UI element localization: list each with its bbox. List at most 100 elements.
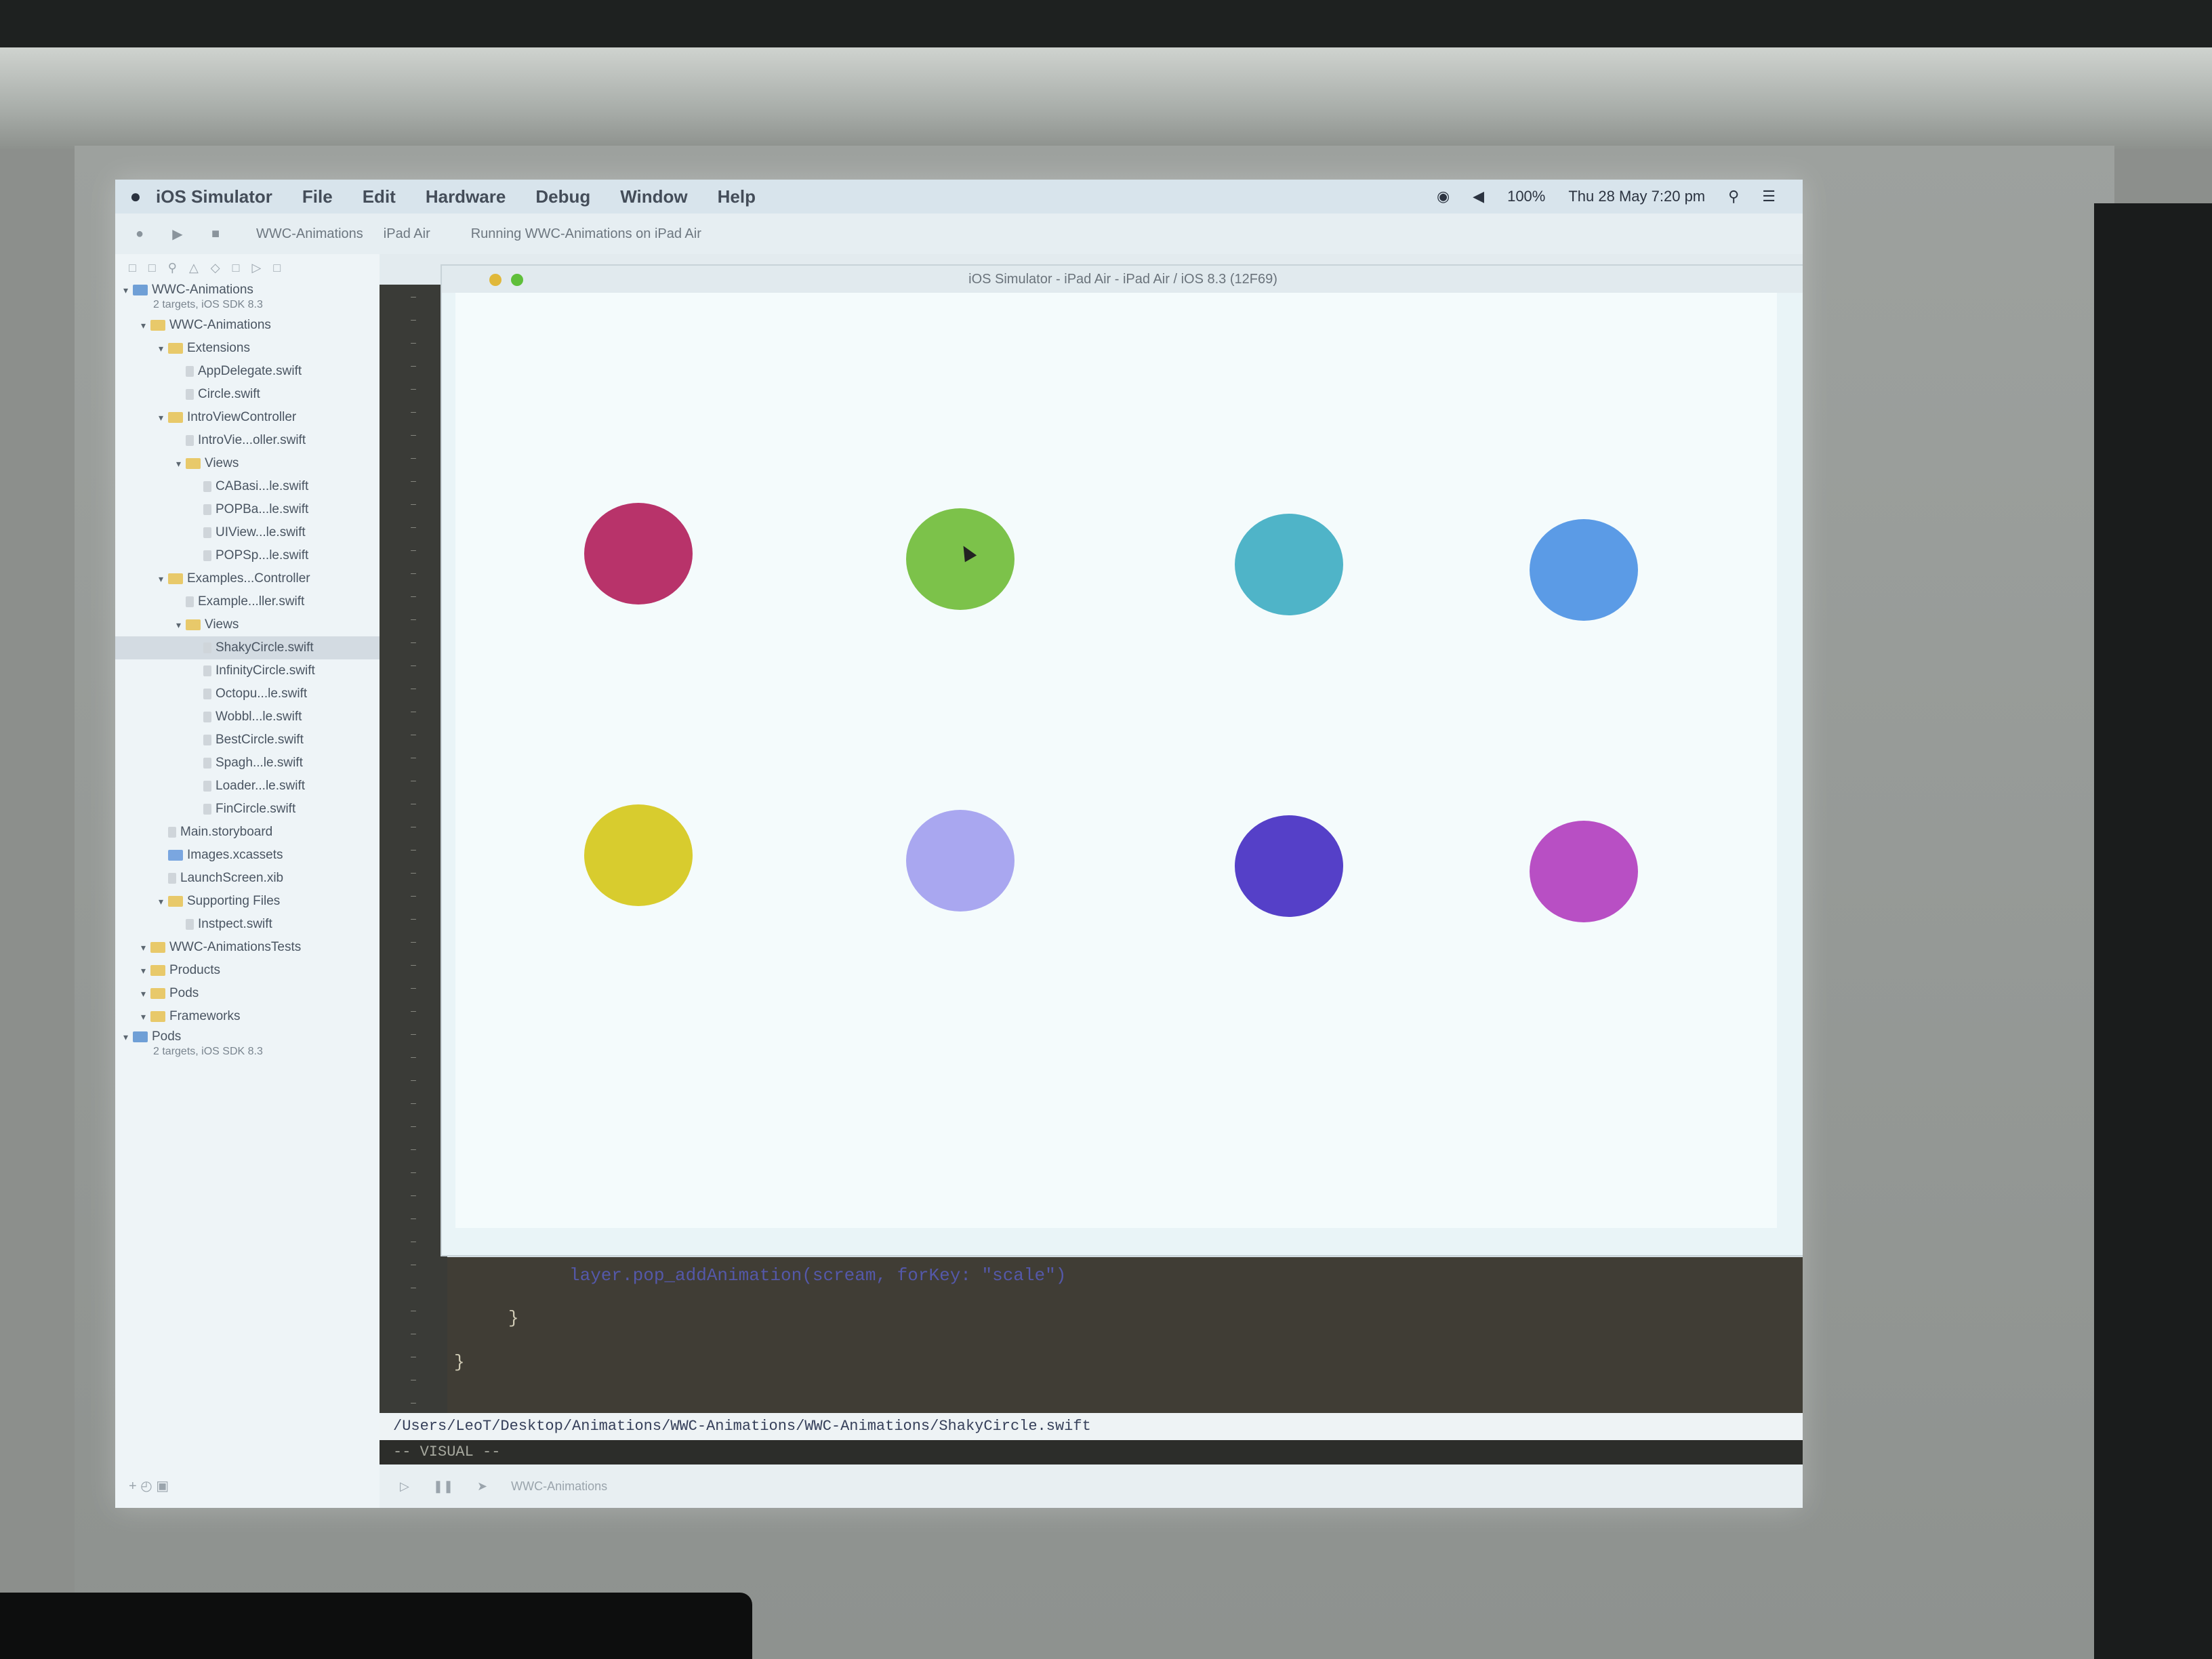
circle-crimson[interactable] — [584, 503, 693, 605]
nav-item[interactable]: Instpect.swift — [115, 913, 380, 936]
disclosure-triangle-icon[interactable]: ▾ — [141, 959, 150, 982]
wifi-icon[interactable]: ◉ — [1437, 188, 1450, 205]
nav-item[interactable]: Octopu...le.swift — [115, 682, 380, 705]
nav-item[interactable]: POPSp...le.swift — [115, 544, 380, 567]
nav-item[interactable]: ▾ Views — [115, 613, 380, 636]
battery-percent[interactable]: 100% — [1507, 188, 1545, 205]
nav-item-subtitle: 2 targets, iOS SDK 8.3 — [153, 1046, 263, 1057]
nav-item[interactable]: Example...ller.swift — [115, 590, 380, 613]
symbol-icon[interactable]: □ — [148, 261, 156, 275]
disclosure-triangle-icon[interactable]: ▾ — [123, 281, 133, 299]
zoom-icon[interactable] — [511, 274, 523, 286]
circle-yellow[interactable] — [584, 804, 693, 906]
disclosure-triangle-icon[interactable]: ▾ — [176, 613, 186, 636]
menu-debug[interactable]: Debug — [535, 186, 590, 207]
filter-icon[interactable]: ▣ — [156, 1479, 169, 1494]
nav-item[interactable]: InfinityCircle.swift — [115, 659, 380, 682]
code-line[interactable]: } — [454, 1352, 465, 1372]
search-icon[interactable]: ⚲ — [168, 261, 177, 275]
nav-item[interactable]: ▾ Views — [115, 452, 380, 475]
disclosure-triangle-icon[interactable]: ▾ — [159, 567, 168, 590]
disclosure-triangle-icon[interactable]: ▾ — [159, 890, 168, 913]
disclosure-triangle-icon[interactable]: ▾ — [141, 1005, 150, 1028]
circle-indigo[interactable] — [1235, 815, 1343, 917]
folder-icon[interactable]: □ — [129, 261, 136, 275]
scheme-selector[interactable]: WWC-Animations — [256, 226, 363, 242]
stop-button[interactable]: ■ — [202, 224, 229, 244]
debug-icon[interactable]: □ — [232, 261, 240, 275]
menu-edit[interactable]: Edit — [363, 186, 396, 207]
nav-item[interactable]: ▾ Examples...Controller — [115, 567, 380, 590]
close-window-icon[interactable]: ● — [126, 224, 153, 244]
disclosure-triangle-icon[interactable]: ▾ — [141, 936, 150, 959]
apple-icon[interactable]: ● — [115, 186, 156, 207]
nav-item[interactable]: FinCircle.swift — [115, 798, 380, 821]
project-icon — [133, 1031, 148, 1042]
circle-teal[interactable] — [1235, 514, 1343, 615]
nav-item[interactable]: Circle.swift — [115, 383, 380, 406]
circle-magenta[interactable] — [1530, 821, 1638, 922]
nav-item[interactable]: BestCircle.swift — [115, 729, 380, 752]
disclosure-triangle-icon[interactable]: ▾ — [159, 406, 168, 429]
menu-app-name[interactable]: iOS Simulator — [156, 186, 272, 207]
circle-green[interactable] — [906, 508, 1015, 610]
nav-item[interactable]: ShakyCircle.swift — [115, 636, 380, 659]
nav-item[interactable]: ▾ Pods 2 targets, iOS SDK 8.3 — [115, 1028, 380, 1061]
nav-item[interactable]: ▾ Pods — [115, 982, 380, 1005]
nav-item[interactable]: AppDelegate.swift — [115, 360, 380, 383]
nav-item[interactable]: Spagh...le.swift — [115, 752, 380, 775]
swift-file-icon — [168, 872, 176, 884]
nav-item[interactable]: CABasi...le.swift — [115, 475, 380, 498]
nav-item[interactable]: ▾ Frameworks — [115, 1005, 380, 1028]
location-icon[interactable]: ➤ — [477, 1479, 487, 1493]
menu-bar: ● iOS Simulator File Edit Hardware Debug… — [115, 180, 1803, 213]
code-line[interactable]: layer.pop_addAnimation(scream, forKey: "… — [569, 1265, 1066, 1286]
add-icon[interactable]: + — [129, 1479, 137, 1494]
nav-item[interactable]: Loader...le.swift — [115, 775, 380, 798]
warning-icon[interactable]: △ — [189, 261, 199, 275]
nav-item[interactable]: ▾ Supporting Files — [115, 890, 380, 913]
circle-blue[interactable] — [1530, 519, 1638, 621]
disclosure-triangle-icon[interactable]: ▾ — [141, 982, 150, 1005]
menu-help[interactable]: Help — [718, 186, 756, 207]
disclosure-triangle-icon[interactable]: ▾ — [141, 314, 150, 337]
nav-item[interactable]: Images.xcassets — [115, 844, 380, 867]
menu-list-icon[interactable]: ☰ — [1762, 188, 1776, 205]
menu-hardware[interactable]: Hardware — [426, 186, 506, 207]
run-button[interactable]: ▶ — [164, 224, 191, 244]
search-icon[interactable]: ⚲ — [1728, 188, 1739, 205]
menu-file[interactable]: File — [302, 186, 333, 207]
menu-window[interactable]: Window — [620, 186, 687, 207]
nav-item[interactable]: Main.storyboard — [115, 821, 380, 844]
line-number-mark: ‒ — [411, 291, 416, 302]
recent-files-icon[interactable]: ◴ — [140, 1479, 152, 1494]
swift-file-icon — [203, 780, 211, 792]
device-selector[interactable]: iPad Air — [384, 226, 430, 242]
nav-item[interactable]: ▾ Extensions — [115, 337, 380, 360]
line-number-mark: ‒ — [411, 844, 416, 855]
nav-item[interactable]: POPBa...le.swift — [115, 498, 380, 521]
nav-item[interactable]: LaunchScreen.xib — [115, 867, 380, 890]
nav-item[interactable]: ▾ IntroViewController — [115, 406, 380, 429]
continue-icon[interactable]: ❚❚ — [433, 1479, 453, 1493]
swift-file-icon — [186, 434, 194, 446]
nav-item[interactable]: Wobbl...le.swift — [115, 705, 380, 729]
report-icon[interactable]: □ — [273, 261, 281, 275]
test-icon[interactable]: ◇ — [211, 261, 220, 275]
disclosure-triangle-icon[interactable]: ▾ — [159, 337, 168, 360]
nav-item[interactable]: UIView...le.swift — [115, 521, 380, 544]
minimize-icon[interactable] — [489, 274, 501, 286]
circle-lavender[interactable] — [906, 810, 1015, 912]
nav-item[interactable]: ▾ WWC-AnimationsTests — [115, 936, 380, 959]
volume-icon[interactable]: ◀ — [1473, 188, 1484, 205]
nav-item[interactable]: IntroVie...oller.swift — [115, 429, 380, 452]
breakpoint-icon[interactable]: ▷ — [252, 261, 262, 275]
code-line[interactable]: } — [508, 1308, 519, 1328]
nav-item[interactable]: ▾ WWC-Animations 2 targets, iOS SDK 8.3 — [115, 281, 380, 314]
nav-item[interactable]: ▾ WWC-Animations — [115, 314, 380, 337]
disclosure-triangle-icon[interactable]: ▾ — [176, 452, 186, 475]
nav-item[interactable]: ▾ Products — [115, 959, 380, 982]
clock[interactable]: Thu 28 May 7:20 pm — [1568, 188, 1705, 205]
disclosure-triangle-icon[interactable]: ▾ — [123, 1028, 133, 1046]
breakpoints-icon[interactable]: ▷ — [400, 1479, 409, 1493]
